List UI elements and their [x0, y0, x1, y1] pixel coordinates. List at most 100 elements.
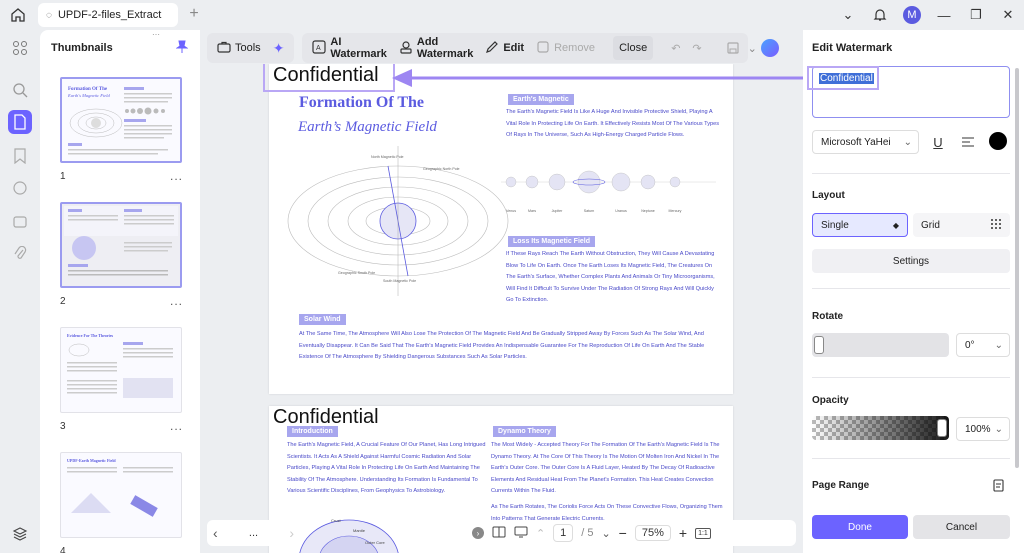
section-paragraph: The Earth's Magnetic Field Is Like A Hug…	[506, 109, 720, 138]
toolbox-icon	[217, 41, 231, 56]
divider	[812, 377, 1010, 378]
chevron-down-icon[interactable]: ⌄	[601, 527, 610, 540]
restore-button[interactable]: ❐	[960, 0, 992, 30]
home-icon[interactable]	[8, 6, 28, 24]
align-icon[interactable]	[958, 132, 978, 152]
reading-mode-icon[interactable]	[492, 526, 506, 541]
remove-watermark-button[interactable]: Remove	[530, 36, 601, 60]
add-watermark-label: Add Watermark	[416, 36, 474, 60]
add-watermark-button[interactable]: Add Watermark	[393, 36, 479, 60]
attachment-box-icon[interactable]	[8, 210, 32, 234]
drag-handle[interactable]: ⋯	[152, 30, 161, 39]
assistant-icon[interactable]	[759, 36, 781, 60]
bookmark-icon[interactable]	[8, 144, 32, 168]
remove-icon	[536, 40, 550, 57]
stamp-icon	[399, 40, 413, 57]
actual-size-icon[interactable]: 1:1	[695, 527, 711, 539]
svg-text:Evidence For The Theories: Evidence For The Theories	[67, 333, 114, 338]
opacity-value: 100%	[965, 423, 991, 435]
paperclip-icon[interactable]	[8, 242, 32, 266]
page-range-icon[interactable]	[989, 476, 1009, 496]
document-canvas[interactable]: Confidential Formation Of The Earth’s Ma…	[205, 64, 797, 553]
chevron-up-icon[interactable]: ⌃	[536, 527, 545, 540]
save-options-chevron-icon[interactable]: ⌄	[746, 36, 759, 60]
redo-icon[interactable]: ↷	[686, 36, 707, 60]
thumbnail-page-4[interactable]: UPDF-Earth Magnetic Field	[60, 452, 182, 538]
section-paragraph: The Most Widely - Accepted Theory For Th…	[491, 442, 720, 494]
avatar-button[interactable]: M	[896, 0, 928, 30]
page-icon[interactable]	[8, 110, 32, 134]
layout-grid-option[interactable]: Grid	[913, 213, 1010, 237]
section-paragraph: The Earth's Magnetic Field, A Crucial Fe…	[287, 442, 486, 494]
opacity-dropdown[interactable]: 100% ⌄	[956, 417, 1010, 441]
comment-list-icon[interactable]	[8, 176, 32, 200]
planet-label: Saturn	[584, 209, 595, 213]
minimize-button[interactable]: —	[928, 0, 960, 30]
save-icon[interactable]	[720, 36, 746, 60]
edit-watermark-button[interactable]: Edit	[479, 36, 530, 60]
chevron-left-icon[interactable]: ‹	[213, 525, 218, 541]
divider	[812, 173, 1010, 174]
diamond-icon: ◆	[892, 220, 899, 230]
edit-watermark-panel: Edit Watermark Confidential Microsoft Ya…	[803, 30, 1024, 553]
opacity-slider-knob[interactable]	[937, 419, 947, 437]
edit-icon	[485, 40, 499, 57]
close-button[interactable]: Close	[613, 36, 654, 60]
thumbnail-more-button[interactable]: ...	[170, 419, 183, 433]
done-button[interactable]: Done	[812, 515, 908, 539]
panel-scrollbar[interactable]	[1015, 68, 1019, 468]
thumbnails-title: Thumbnails	[51, 42, 113, 54]
layout-single-option[interactable]: Single ◆	[812, 213, 908, 237]
planet-label: Uranus	[615, 209, 627, 213]
avatar: M	[903, 6, 921, 24]
watermark-highlight	[263, 64, 395, 92]
zoom-level[interactable]: 75%	[634, 525, 671, 541]
chevron-right-icon[interactable]: ›	[289, 525, 294, 541]
thumbnail-page-3[interactable]: Evidence For The Theories	[60, 327, 182, 413]
tools-label: Tools	[235, 42, 261, 54]
thumbnail-page-2[interactable]	[60, 202, 182, 288]
rotate-slider-knob[interactable]	[814, 336, 824, 354]
grid-view-icon[interactable]	[8, 36, 32, 60]
planet-label: Venus	[506, 209, 516, 213]
pin-icon[interactable]	[175, 40, 189, 57]
page-number-input[interactable]: 1	[553, 524, 574, 542]
presentation-icon[interactable]	[514, 526, 528, 541]
font-dropdown[interactable]: Microsoft YaHei ⌄	[812, 130, 919, 154]
zoom-in-button[interactable]: +	[679, 525, 687, 541]
rotate-dropdown[interactable]: 0° ⌄	[956, 333, 1010, 357]
underline-icon[interactable]: U	[928, 132, 948, 152]
rotate-slider[interactable]	[812, 333, 949, 357]
document-tab[interactable]: ◌ UPDF-2-files_Extract	[38, 3, 178, 27]
ai-watermark-label: AI Watermark	[330, 36, 387, 60]
single-label: Single	[821, 219, 849, 231]
new-tab-button[interactable]: +	[186, 4, 202, 24]
search-icon[interactable]	[8, 78, 32, 102]
thumbnail-more-button[interactable]: ...	[170, 294, 183, 308]
edit-label: Edit	[503, 42, 525, 54]
more-options-button[interactable]: ...	[226, 527, 282, 539]
svg-text:Formation Of The: Formation Of The	[68, 87, 108, 92]
collapse-icon[interactable]: ›	[472, 527, 484, 539]
settings-button[interactable]: Settings	[812, 249, 1010, 273]
opacity-slider[interactable]	[812, 416, 949, 440]
close-window-button[interactable]: ✕	[992, 0, 1024, 30]
section-chip: Loss Its Magnetic Field	[508, 236, 596, 247]
grid-dots-icon	[990, 218, 1002, 233]
undo-icon[interactable]: ↶	[665, 36, 686, 60]
cancel-button[interactable]: Cancel	[913, 515, 1010, 539]
ai-watermark-button[interactable]: A AI Watermark	[306, 36, 392, 60]
thumbnail-page-1[interactable]: Formation Of The Earth's Magnetic Field	[60, 77, 182, 163]
bell-icon[interactable]	[864, 0, 896, 30]
zoom-out-button[interactable]: −	[619, 525, 627, 541]
chevron-down-icon[interactable]: ⌄	[832, 0, 864, 30]
thumbnail-more-button[interactable]: ...	[170, 169, 183, 183]
opacity-label: Opacity	[812, 395, 849, 406]
tab-title: UPDF-2-files_Extract	[57, 9, 162, 21]
layers-icon[interactable]	[8, 522, 32, 546]
color-picker[interactable]	[989, 132, 1007, 150]
tools-button[interactable]: Tools	[211, 36, 267, 60]
ai-sparkle-button[interactable]: ✦	[267, 36, 291, 60]
thumbnail-page-number: 4	[60, 546, 66, 553]
font-name: Microsoft YaHei	[821, 136, 891, 148]
